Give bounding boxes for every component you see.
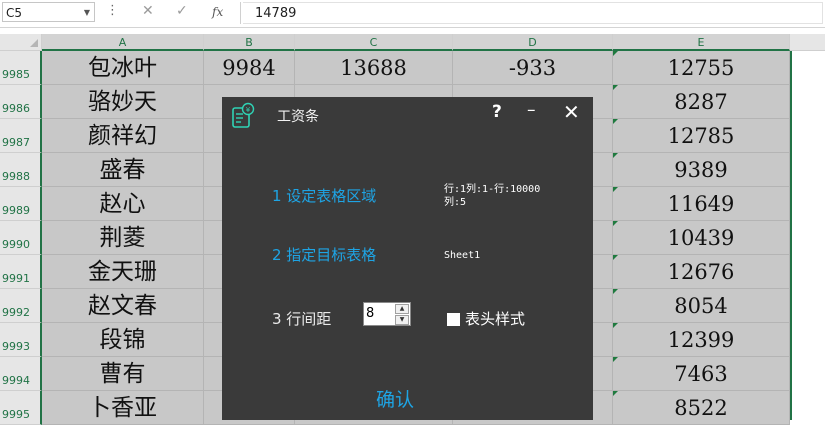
cell-a[interactable]: 盛春: [42, 153, 204, 187]
target-sheet-button[interactable]: 2 指定目标表格: [272, 244, 376, 265]
row-header[interactable]: 9988: [0, 153, 42, 187]
close-button[interactable]: ✕: [563, 100, 580, 124]
payslip-logo-icon: ¥: [232, 102, 255, 128]
cell-e[interactable]: 7463: [613, 357, 790, 391]
row-header[interactable]: 9986: [0, 85, 42, 119]
cell-a[interactable]: 赵心: [42, 187, 204, 221]
formula-separator: [240, 2, 241, 24]
payslip-dialog: ¥ 工资条 ? – ✕ 1 设定表格区域 行:1列:1-行:10000 列:5 …: [222, 97, 593, 420]
cell-a[interactable]: 荆菱: [42, 221, 204, 255]
chevron-down-icon[interactable]: ▼: [84, 3, 90, 23]
row-header[interactable]: 9990: [0, 221, 42, 255]
cell-e[interactable]: 12755: [613, 51, 790, 85]
cell-e[interactable]: 12785: [613, 119, 790, 153]
name-box[interactable]: C5 ▼: [2, 2, 95, 22]
range-info: 行:1列:1-行:10000 列:5: [444, 183, 540, 209]
confirm-button[interactable]: 确认: [376, 385, 414, 412]
cell-c[interactable]: 13688: [295, 51, 453, 85]
cell-e[interactable]: 11649: [613, 187, 790, 221]
spin-up-icon[interactable]: ▲: [395, 304, 409, 314]
row-spacing-stepper[interactable]: 8 ▲ ▼: [363, 302, 411, 326]
row-header[interactable]: 9989: [0, 187, 42, 221]
unselected-area[interactable]: [790, 51, 825, 420]
cell-a[interactable]: 包冰叶: [42, 51, 204, 85]
cell-a[interactable]: 颜祥幻: [42, 119, 204, 153]
column-header-e[interactable]: E: [613, 34, 790, 51]
cell-e[interactable]: 12676: [613, 255, 790, 289]
cancel-icon[interactable]: ✕: [142, 3, 154, 19]
cell-e[interactable]: 8287: [613, 85, 790, 119]
cell-e[interactable]: 10439: [613, 221, 790, 255]
range-info-line2: 列:5: [444, 197, 467, 208]
column-header-b[interactable]: B: [204, 34, 295, 51]
dialog-title: 工资条: [277, 109, 319, 125]
cell-a[interactable]: 曹有: [42, 357, 204, 391]
cell-e[interactable]: 9389: [613, 153, 790, 187]
function-icon[interactable]: fx: [212, 5, 223, 19]
column-header-d[interactable]: D: [453, 34, 613, 51]
more-options-icon[interactable]: ⋮: [106, 3, 119, 18]
header-style-label: 表头样式: [465, 310, 526, 328]
minimize-button[interactable]: –: [527, 100, 536, 120]
formula-bar: C5 ▼ ⋮ ✕ ✓ fx 14789: [0, 0, 825, 28]
cell-a[interactable]: 赵文春: [42, 289, 204, 323]
name-box-value: C5: [6, 6, 23, 20]
row-header[interactable]: 9994: [0, 357, 42, 391]
row-header[interactable]: 9987: [0, 119, 42, 153]
cell-a[interactable]: 段锦: [42, 323, 204, 357]
svg-text:¥: ¥: [246, 106, 251, 114]
enter-icon[interactable]: ✓: [176, 3, 188, 19]
set-table-range-button[interactable]: 1 设定表格区域: [272, 185, 376, 206]
cell-e[interactable]: 12399: [613, 323, 790, 357]
cell-d[interactable]: -933: [453, 51, 613, 85]
help-button[interactable]: ?: [492, 102, 502, 122]
formula-input[interactable]: 14789: [243, 2, 823, 24]
range-info-line1: 行:1列:1-行:10000: [444, 184, 541, 195]
row-header[interactable]: 9985: [0, 51, 42, 85]
cell-a[interactable]: 骆妙天: [42, 85, 204, 119]
cell-a[interactable]: 金天珊: [42, 255, 204, 289]
row-spacing-label: 3 行间距: [272, 310, 332, 328]
column-header-c[interactable]: C: [295, 34, 453, 51]
select-all-corner[interactable]: [0, 34, 42, 51]
cell-b[interactable]: 9984: [204, 51, 295, 85]
column-header-f[interactable]: [790, 34, 825, 51]
spin-down-icon[interactable]: ▼: [395, 315, 409, 325]
row-header[interactable]: 9992: [0, 289, 42, 323]
column-header-a[interactable]: A: [42, 34, 204, 51]
target-sheet-info: Sheet1: [444, 250, 481, 261]
cell-e[interactable]: 8054: [613, 289, 790, 323]
row-spacing-input[interactable]: 8: [366, 304, 393, 324]
row-header[interactable]: 9991: [0, 255, 42, 289]
header-style-checkbox[interactable]: [447, 313, 460, 326]
row-header[interactable]: 9993: [0, 323, 42, 357]
